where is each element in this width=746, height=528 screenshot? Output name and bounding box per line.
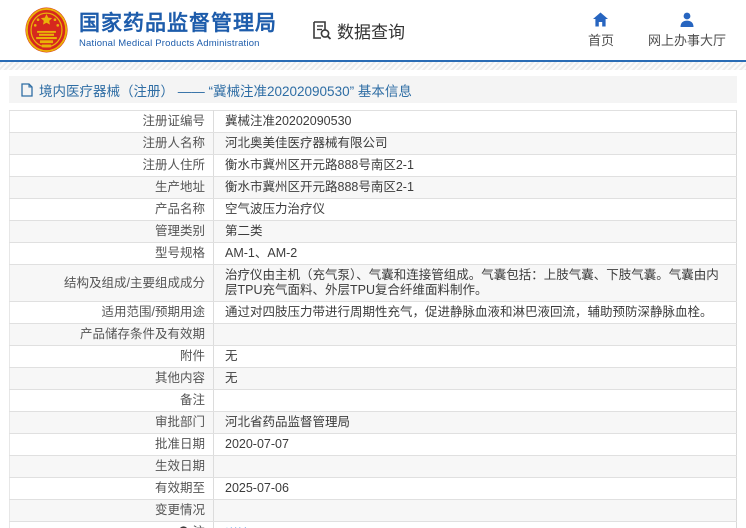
row-value: 衡水市冀州区开元路888号南区2-1: [213, 154, 737, 177]
row-label: 注册证编号: [9, 110, 214, 133]
table-row: 适用范围/预期用途 通过对四肢压力带进行周期性充气，促进静脉血液和淋巴液回流，辅…: [9, 301, 737, 324]
row-value: [213, 389, 737, 412]
row-value: 第二类: [213, 220, 737, 243]
row-value: 空气波压力治疗仪: [213, 198, 737, 221]
row-value: 2020-07-07: [213, 433, 737, 456]
table-row: 审批部门 河北省药品监督管理局: [9, 411, 737, 434]
row-value: 2025-07-06: [213, 477, 737, 500]
nav-service-hall-label: 网上办事大厅: [647, 32, 726, 48]
nav-home[interactable]: 首页: [588, 12, 614, 49]
row-value: 无: [213, 345, 737, 368]
table-row: 生效日期: [9, 455, 737, 478]
row-label: 结构及组成/主要组成成分: [9, 264, 214, 302]
table-row: 备注: [9, 389, 737, 412]
home-icon: [593, 12, 609, 26]
national-emblem-logo: [25, 7, 68, 53]
row-label: 生效日期: [9, 455, 214, 478]
page-title: 境内医疗器械（注册） —— “冀械注准20202090530” 基本信息: [9, 76, 737, 103]
row-label: 管理类别: [9, 220, 214, 243]
table-row: 结构及组成/主要组成成分 治疗仪由主机（充气泵）、气囊和连接管组成。气囊包括：上…: [9, 264, 737, 302]
main-content: 境内医疗器械（注册） —— “冀械注准20202090530” 基本信息 注册证…: [0, 70, 746, 528]
table-row: 批准日期 2020-07-07: [9, 433, 737, 456]
row-value: 河北省药品监督管理局: [213, 411, 737, 434]
table-row: 变更情况: [9, 499, 737, 522]
row-value: 河北奥美佳医疗器械有限公司: [213, 132, 737, 155]
row-label: 产品储存条件及有效期: [9, 323, 214, 346]
row-label: 审批部门: [9, 411, 214, 434]
row-label: 产品名称: [9, 198, 214, 221]
table-row-note: 注 详情: [9, 521, 737, 528]
row-label: 变更情况: [9, 499, 214, 522]
row-label: 有效期至: [9, 477, 214, 500]
page-title-text: 境内医疗器械（注册） —— “冀械注准20202090530” 基本信息: [39, 83, 412, 99]
brand[interactable]: 国家药品监督管理局 National Medical Products Admi…: [24, 6, 277, 54]
table-row: 产品储存条件及有效期: [9, 323, 737, 346]
row-value: 冀械注准20202090530: [213, 110, 737, 133]
row-value: 无: [213, 367, 737, 390]
header-nav: 首页 网上办事大厅: [554, 12, 726, 49]
row-value: 衡水市冀州区开元路888号南区2-1: [213, 176, 737, 199]
row-label: 生产地址: [9, 176, 214, 199]
row-label: 其他内容: [9, 367, 214, 390]
row-value: AM-1、AM-2: [213, 242, 737, 265]
agency-name-en: National Medical Products Administration: [79, 37, 260, 49]
row-label: 适用范围/预期用途: [9, 301, 214, 324]
row-value: 通过对四肢压力带进行周期性充气，促进静脉血液和淋巴液回流，辅助预防深静脉血栓。: [213, 301, 737, 324]
nav-home-label: 首页: [587, 32, 614, 48]
header: 国家药品监督管理局 National Medical Products Admi…: [0, 0, 746, 62]
document-icon: [21, 82, 33, 97]
row-label: 注册人名称: [9, 132, 214, 155]
document-search-icon: [313, 20, 332, 40]
row-value: 治疗仪由主机（充气泵）、气囊和连接管组成。气囊包括：上肢气囊、下肢气囊。气囊由内…: [213, 264, 737, 302]
table-row: 管理类别 第二类: [9, 220, 737, 243]
row-value: 详情: [213, 521, 737, 528]
data-query-label: 数据查询: [337, 22, 405, 42]
row-label: 注册人住所: [9, 154, 214, 177]
row-value: [213, 323, 737, 346]
row-label: 批准日期: [9, 433, 214, 456]
table-row: 生产地址 衡水市冀州区开元路888号南区2-1: [9, 176, 737, 199]
table-row: 注册人住所 衡水市冀州区开元路888号南区2-1: [9, 154, 737, 177]
row-value: [213, 499, 737, 522]
registration-info-table: 注册证编号 冀械注准20202090530 注册人名称 河北奥美佳医疗器械有限公…: [9, 110, 737, 528]
table-row: 产品名称 空气波压力治疗仪: [9, 198, 737, 221]
header-shadow-band: [0, 62, 746, 70]
row-label: 注: [9, 521, 214, 528]
brand-text: 国家药品监督管理局 National Medical Products Admi…: [79, 12, 277, 49]
table-row: 其他内容 无: [9, 367, 737, 390]
row-label: 型号规格: [9, 242, 214, 265]
user-icon: [680, 12, 694, 27]
row-label: 备注: [9, 389, 214, 412]
row-value: [213, 455, 737, 478]
agency-name-cn: 国家药品监督管理局: [79, 11, 277, 35]
table-row: 附件 无: [9, 345, 737, 368]
table-row: 型号规格 AM-1、AM-2: [9, 242, 737, 265]
table-row: 注册证编号 冀械注准20202090530: [9, 110, 737, 133]
table-row: 注册人名称 河北奥美佳医疗器械有限公司: [9, 132, 737, 155]
data-query-link[interactable]: 数据查询: [311, 18, 405, 43]
row-label: 附件: [9, 345, 214, 368]
nav-service-hall[interactable]: 网上办事大厅: [648, 12, 726, 49]
table-row: 有效期至 2025-07-06: [9, 477, 737, 500]
